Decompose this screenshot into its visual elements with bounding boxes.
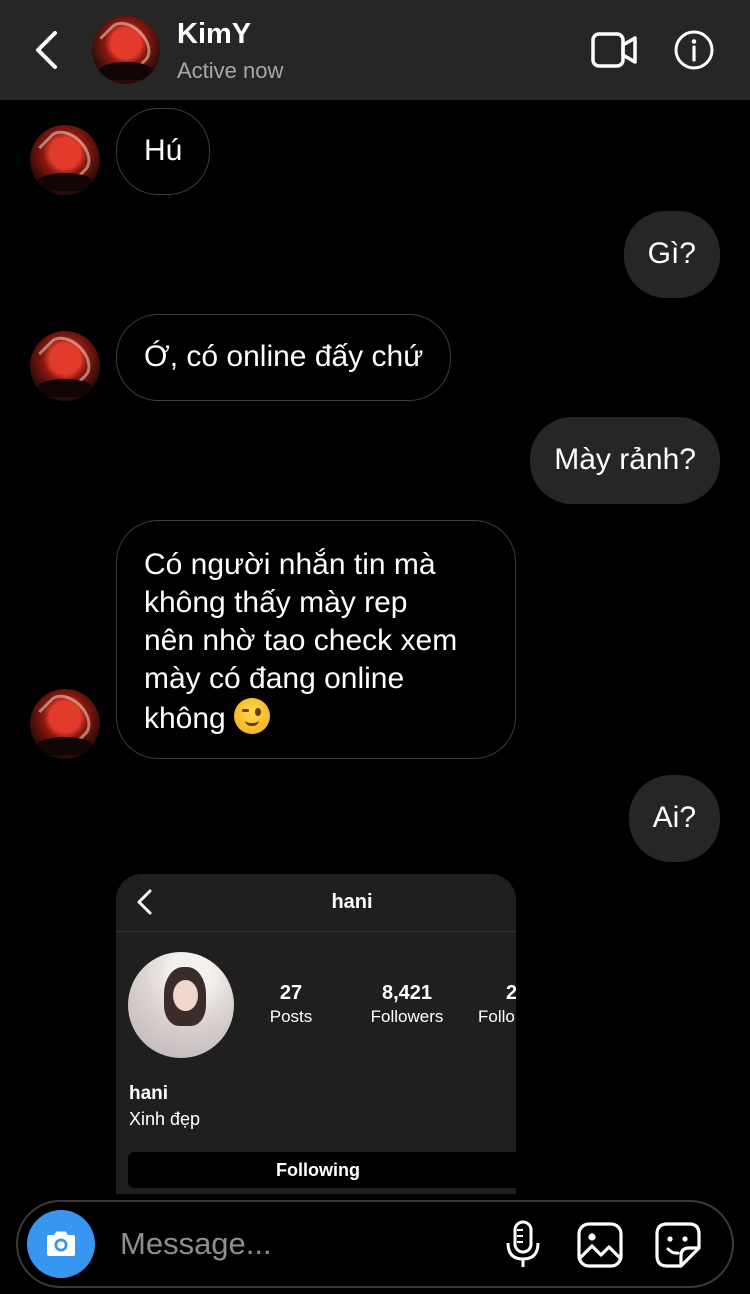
contact-name[interactable]: KimY (177, 18, 251, 51)
posts-stat: 27 Posts (269, 982, 313, 1026)
following-button: Following (128, 1152, 516, 1188)
sticker-icon[interactable] (653, 1220, 703, 1270)
outgoing-message[interactable]: Gì? (623, 211, 720, 298)
incoming-message[interactable]: Hú (116, 108, 211, 195)
sender-avatar[interactable] (30, 331, 100, 401)
profile-handle: hani (331, 891, 373, 913)
info-icon[interactable] (673, 29, 715, 71)
profile-avatar (128, 952, 234, 1058)
incoming-message[interactable]: Có người nhắn tin mà không thấy mày rep … (116, 520, 516, 759)
video-call-icon[interactable] (590, 30, 638, 70)
shared-profile-card[interactable]: hani 27 Posts 8,421 Followers 2 Follo ha… (116, 874, 516, 1194)
message-composer (16, 1200, 734, 1288)
microphone-icon[interactable] (498, 1220, 548, 1270)
wink-emoji-icon (234, 698, 271, 734)
sender-avatar[interactable] (30, 125, 100, 195)
contact-avatar[interactable] (92, 16, 160, 84)
profile-bio: Xinh đẹp (129, 1109, 201, 1129)
profile-card-header: hani (116, 874, 516, 932)
gallery-icon[interactable] (575, 1220, 625, 1270)
outgoing-message[interactable]: Ai? (628, 775, 720, 862)
incoming-message[interactable]: Ớ, có online đấy chứ (116, 314, 452, 401)
active-status: Active now (177, 58, 284, 83)
profile-name: hani (129, 1083, 169, 1104)
outgoing-message[interactable]: Mày rảnh? (530, 417, 720, 504)
camera-button[interactable] (27, 1210, 95, 1278)
chat-header: KimY Active now (0, 0, 750, 100)
camera-icon (47, 1231, 75, 1256)
followers-stat: 8,421 Followers (370, 982, 444, 1026)
following-stat: 2 Follo (478, 982, 516, 1026)
sender-avatar[interactable] (30, 689, 100, 759)
back-chevron-icon[interactable] (26, 28, 66, 72)
message-input[interactable] (120, 1224, 480, 1264)
